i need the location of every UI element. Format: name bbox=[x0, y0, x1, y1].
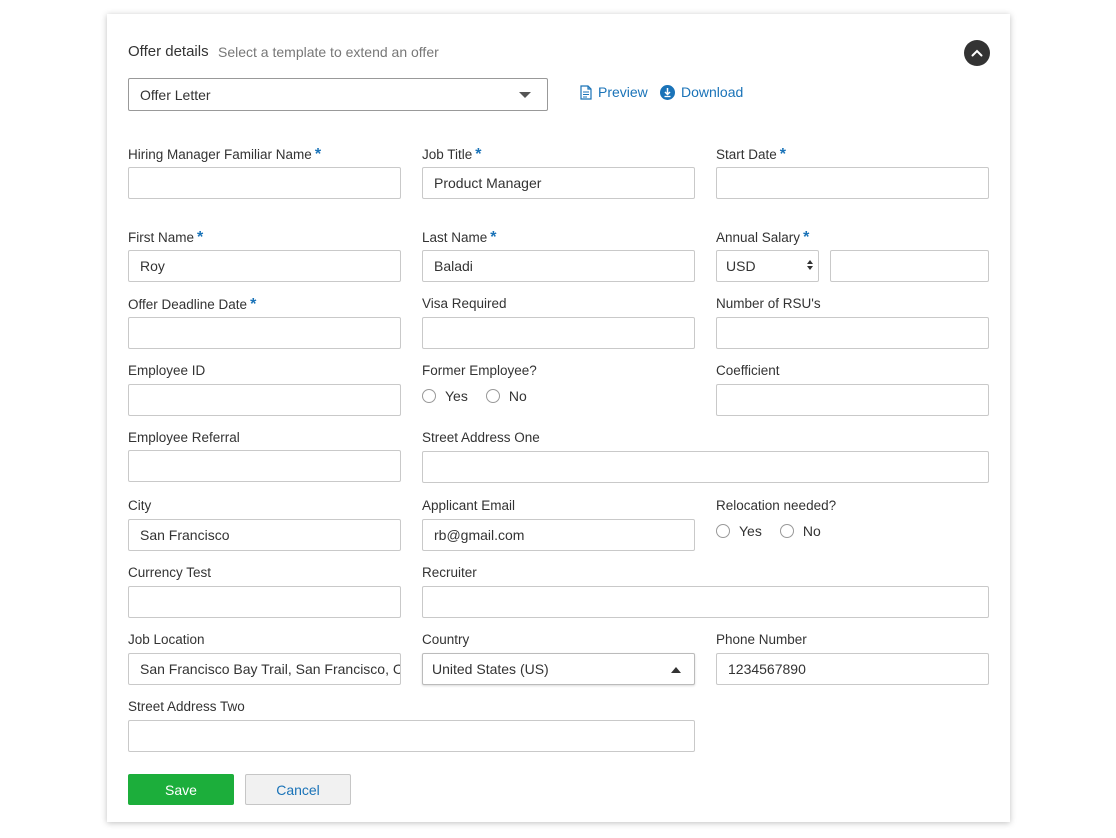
relocation-yes[interactable]: Yes bbox=[716, 523, 762, 539]
job-title-input[interactable]: Product Manager bbox=[422, 167, 695, 199]
street-one-input[interactable] bbox=[422, 451, 989, 483]
employee-id-label: Employee ID bbox=[128, 363, 206, 378]
currency-select-value: USD bbox=[726, 258, 756, 274]
annual-salary-input[interactable] bbox=[830, 250, 989, 282]
visa-required-input[interactable] bbox=[422, 317, 695, 349]
phone-label: Phone Number bbox=[716, 632, 807, 647]
radio-button[interactable] bbox=[485, 389, 500, 403]
save-button[interactable]: Save bbox=[128, 774, 234, 805]
rsus-label: Number of RSU's bbox=[716, 296, 821, 311]
former-employee-yes[interactable]: Yes bbox=[422, 388, 468, 404]
job-location-label: Job Location bbox=[128, 632, 205, 647]
last-name-input[interactable]: Baladi bbox=[422, 250, 695, 282]
relocation-label: Relocation needed? bbox=[716, 498, 837, 513]
former-employee-radio-group: Yes No bbox=[422, 388, 545, 404]
phone-input[interactable]: 1234567890 bbox=[716, 653, 989, 685]
template-select-value: Offer Letter bbox=[140, 87, 211, 103]
employee-referral-input[interactable] bbox=[128, 450, 401, 482]
visa-required-label: Visa Required bbox=[422, 296, 507, 311]
hiring-manager-input[interactable] bbox=[128, 167, 401, 199]
country-label: Country bbox=[422, 632, 470, 647]
start-date-input[interactable] bbox=[716, 167, 989, 199]
former-employee-label: Former Employee? bbox=[422, 363, 537, 378]
collapse-button[interactable] bbox=[964, 40, 990, 66]
relocation-no[interactable]: No bbox=[779, 523, 821, 539]
section-title: Offer details bbox=[128, 43, 209, 60]
employee-id-input[interactable] bbox=[128, 384, 401, 416]
street-one-label: Street Address One bbox=[422, 430, 540, 445]
job-title-label: Job Title * bbox=[422, 146, 482, 163]
chevron-up-icon bbox=[971, 49, 983, 57]
city-input[interactable]: San Francisco bbox=[128, 519, 401, 551]
hiring-manager-label: Hiring Manager Familiar Name * bbox=[128, 146, 322, 163]
job-location-input[interactable]: San Francisco Bay Trail, San Francisco, … bbox=[128, 653, 401, 685]
download-icon bbox=[660, 84, 675, 100]
first-name-label: First Name * bbox=[128, 229, 204, 246]
radio-button[interactable] bbox=[422, 389, 436, 403]
section-subtitle: Select a template to extend an offer bbox=[218, 44, 439, 60]
recruiter-label: Recruiter bbox=[422, 565, 477, 580]
annual-salary-label: Annual Salary * bbox=[716, 229, 810, 246]
preview-label: Preview bbox=[598, 84, 648, 100]
rsus-input[interactable] bbox=[716, 317, 989, 349]
employee-referral-label: Employee Referral bbox=[128, 430, 240, 445]
country-select-value: United States (US) bbox=[432, 661, 549, 677]
currency-test-input[interactable] bbox=[128, 586, 401, 618]
radio-button[interactable] bbox=[716, 524, 730, 538]
applicant-email-label: Applicant Email bbox=[422, 498, 516, 513]
offer-deadline-label: Offer Deadline Date * bbox=[128, 296, 257, 313]
document-icon bbox=[580, 84, 592, 100]
currency-select[interactable]: USD bbox=[716, 250, 819, 282]
applicant-email-input[interactable]: rb@gmail.com bbox=[422, 519, 695, 551]
street-two-input[interactable] bbox=[128, 720, 695, 752]
relocation-radio-group: Yes No bbox=[716, 523, 839, 539]
template-select[interactable]: Offer Letter bbox=[128, 78, 548, 111]
country-select[interactable]: United States (US) bbox=[422, 653, 695, 685]
city-label: City bbox=[128, 498, 152, 513]
offer-details-card: Offer details Select a template to exten… bbox=[107, 14, 1010, 822]
cancel-button[interactable]: Cancel bbox=[245, 774, 351, 805]
preview-link[interactable]: Preview bbox=[580, 84, 648, 100]
caret-up-icon bbox=[671, 667, 681, 673]
download-label: Download bbox=[681, 84, 744, 100]
download-link[interactable]: Download bbox=[660, 84, 743, 100]
select-arrows-icon bbox=[807, 260, 813, 270]
start-date-label: Start Date * bbox=[716, 146, 787, 163]
offer-deadline-input[interactable] bbox=[128, 317, 401, 349]
first-name-input[interactable]: Roy bbox=[128, 250, 401, 282]
former-employee-no[interactable]: No bbox=[485, 388, 527, 404]
last-name-label: Last Name * bbox=[422, 229, 497, 246]
coefficient-label: Coefficient bbox=[716, 363, 780, 378]
caret-down-icon bbox=[519, 92, 531, 98]
radio-button[interactable] bbox=[779, 524, 794, 538]
recruiter-input[interactable] bbox=[422, 586, 989, 618]
coefficient-input[interactable] bbox=[716, 384, 989, 416]
currency-test-label: Currency Test bbox=[128, 565, 212, 580]
street-two-label: Street Address Two bbox=[128, 699, 245, 714]
